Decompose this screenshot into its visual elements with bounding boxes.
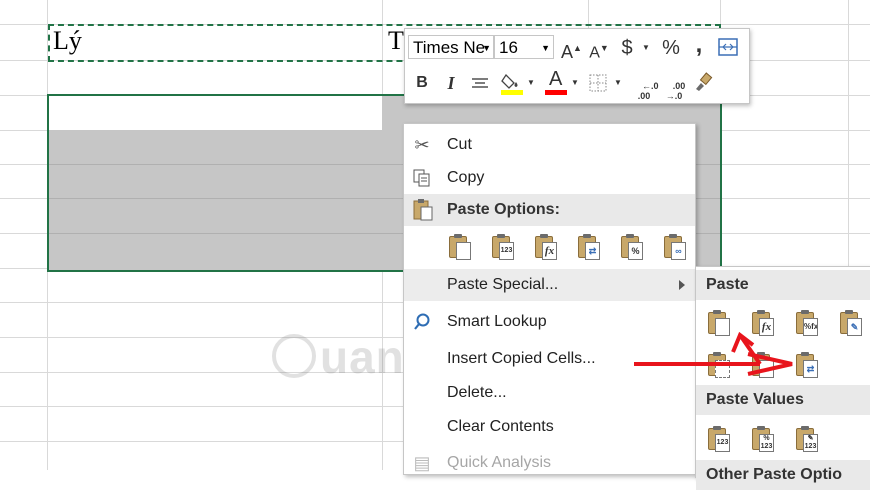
annotation-arrows xyxy=(634,331,793,376)
